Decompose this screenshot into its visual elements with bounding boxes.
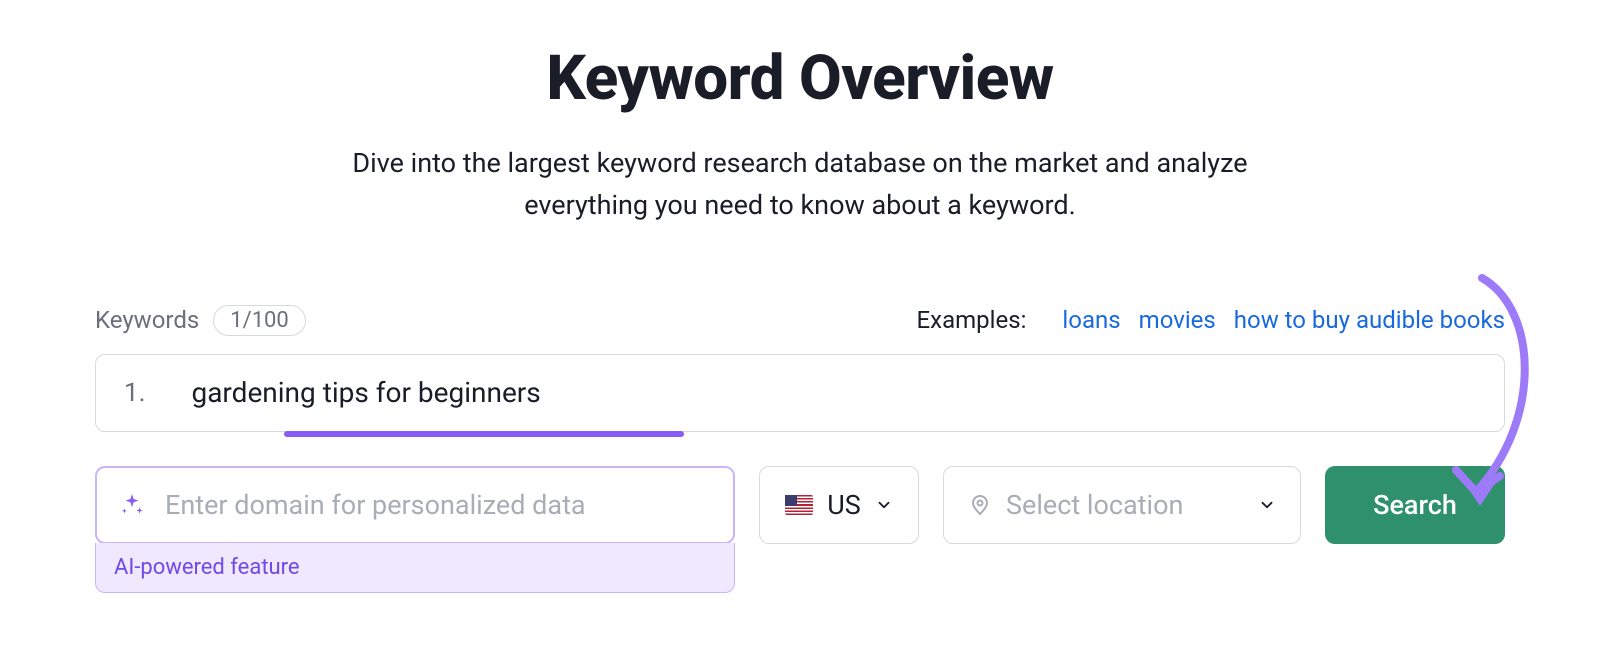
location-select[interactable]: Select location bbox=[943, 466, 1301, 544]
chevron-down-icon bbox=[1258, 496, 1276, 514]
example-link[interactable]: how to buy audible books bbox=[1234, 306, 1505, 334]
example-link[interactable]: movies bbox=[1139, 306, 1216, 334]
ai-feature-caption: AI-powered feature bbox=[95, 543, 735, 593]
example-link[interactable]: loans bbox=[1062, 306, 1120, 334]
keywords-count-badge: 1/100 bbox=[213, 305, 306, 336]
location-pin-icon bbox=[968, 493, 992, 517]
page-title: Keyword Overview bbox=[95, 42, 1505, 115]
domain-input[interactable] bbox=[163, 488, 711, 522]
keywords-label: Keywords bbox=[95, 306, 199, 334]
chevron-down-icon bbox=[875, 496, 893, 514]
us-flag-icon bbox=[785, 495, 813, 515]
keyword-input[interactable] bbox=[191, 376, 1476, 409]
keywords-label-group: Keywords 1/100 bbox=[95, 305, 306, 336]
examples-group: Examples: loans movies how to buy audibl… bbox=[917, 306, 1505, 334]
examples-label: Examples: bbox=[917, 306, 1027, 334]
sparkle-icon bbox=[119, 492, 145, 518]
domain-input-container[interactable] bbox=[95, 466, 735, 544]
search-button[interactable]: Search bbox=[1325, 466, 1505, 544]
location-placeholder: Select location bbox=[1006, 489, 1244, 521]
database-select[interactable]: US bbox=[759, 466, 919, 544]
highlight-underline bbox=[284, 431, 684, 437]
page-subtitle: Dive into the largest keyword research d… bbox=[300, 143, 1300, 227]
database-value: US bbox=[827, 489, 861, 521]
keyword-row-number: 1. bbox=[124, 378, 145, 408]
keyword-input-container[interactable]: 1. bbox=[95, 354, 1505, 432]
